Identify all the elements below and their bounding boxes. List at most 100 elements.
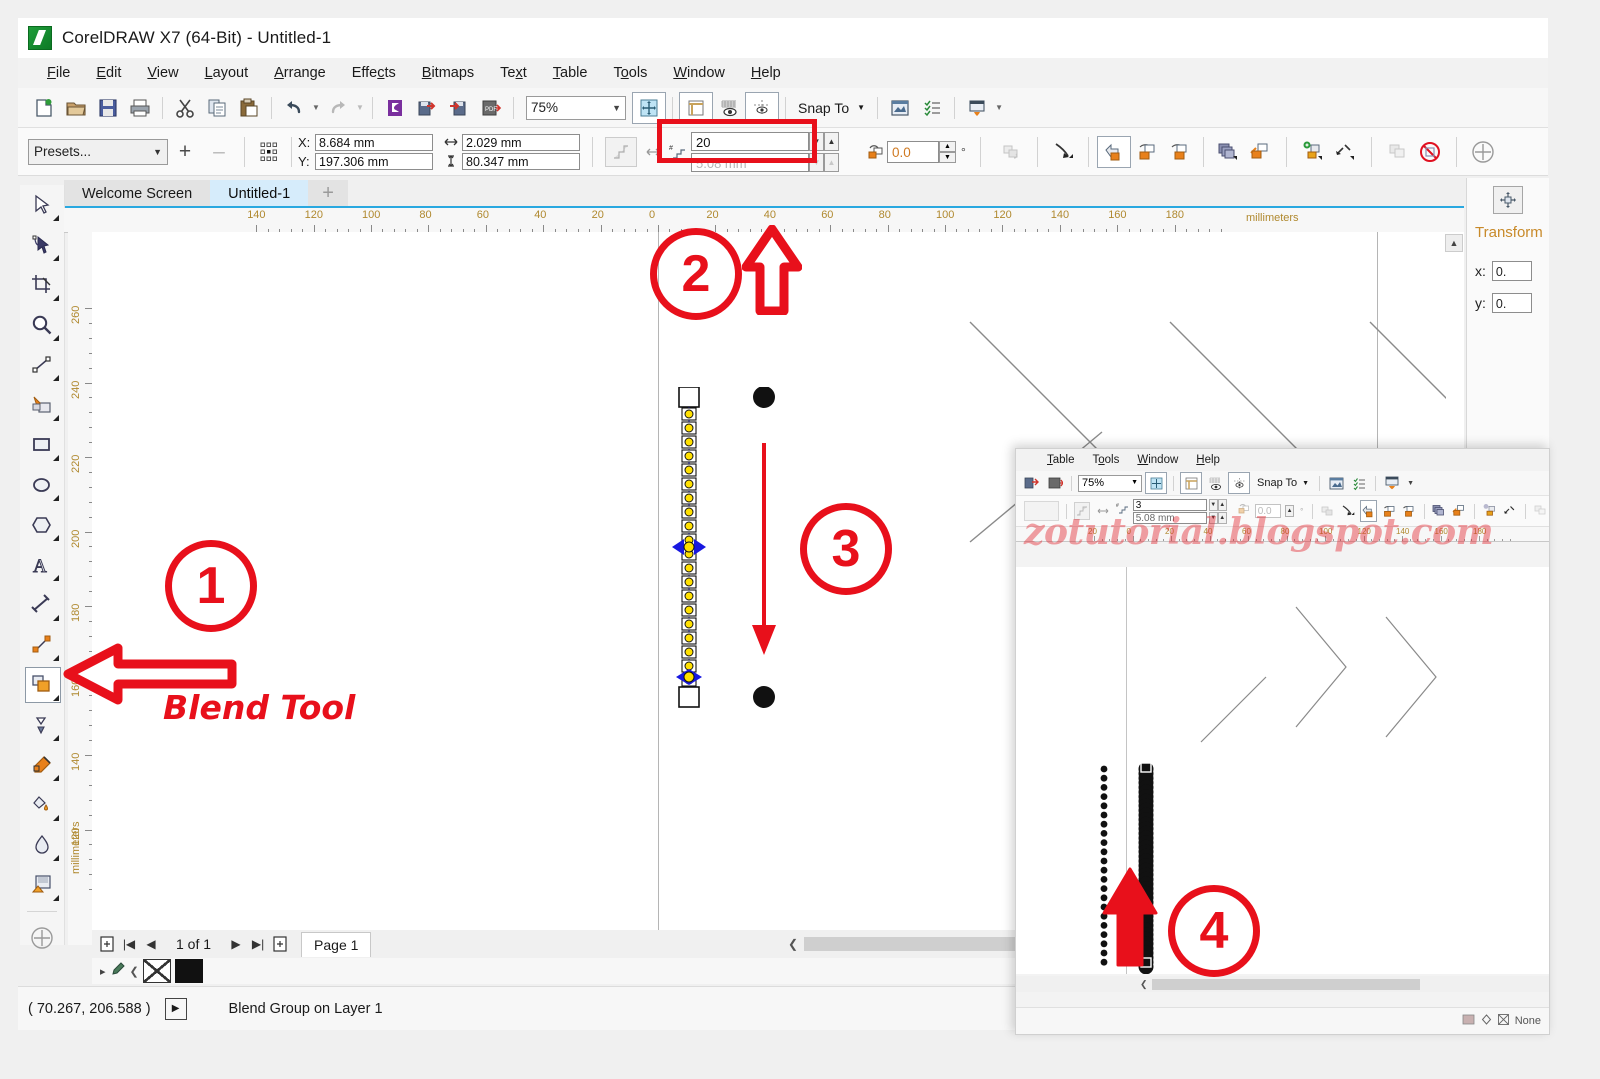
blend-object-group[interactable] [672,387,792,867]
blend-step-node[interactable] [681,477,697,491]
blend-steps-spinner[interactable]: ▼ ▲ [809,131,839,151]
inset-menu-table[interactable]: Table [1038,452,1084,468]
inset-zoom-combobox[interactable]: 75% ▼ [1078,474,1142,492]
chevron-down-icon[interactable]: ▼ [1302,480,1309,487]
flyout-arrow-icon[interactable] [53,495,59,501]
menu-layout[interactable]: Layout [192,62,262,84]
blend-step-node[interactable] [681,547,697,561]
inset-view-icon[interactable] [1205,473,1225,493]
blend-step-marker[interactable] [684,423,694,433]
inset-menu-window[interactable]: Window [1128,452,1187,468]
flyout-arrow-icon[interactable] [53,375,59,381]
page-border-icon[interactable] [679,91,713,124]
clear-blend-icon[interactable] [1329,137,1361,167]
eyedropper-icon[interactable] [110,961,126,982]
last-page-icon[interactable]: ▶| [249,935,267,953]
flyout-arrow-icon[interactable] [53,455,59,461]
blend-step-marker[interactable] [684,619,694,629]
paste-icon[interactable] [233,93,265,123]
blend-step-marker[interactable] [684,647,694,657]
blend-step-marker[interactable] [684,661,694,671]
chevron-down-icon[interactable]: ▼ [1131,475,1138,491]
end-object-icon[interactable] [1163,137,1195,167]
spinner-up-icon[interactable]: ▲ [1217,498,1227,511]
blend-step-node[interactable] [681,407,697,421]
menu-window[interactable]: Window [660,62,738,84]
blend-step-node[interactable] [681,435,697,449]
menu-table[interactable]: Table [540,62,601,84]
copy-icon[interactable] [201,93,233,123]
menu-tools[interactable]: Tools [600,62,660,84]
view-icon[interactable] [713,93,745,123]
flyout-arrow-icon[interactable] [53,735,59,741]
flyout-arrow-icon[interactable] [53,655,59,661]
page-tab-1[interactable]: Page 1 [301,931,372,957]
text-tool[interactable]: A [20,545,64,585]
blend-step-marker[interactable] [684,549,694,559]
flyout-arrow-icon[interactable] [53,215,59,221]
blend-step-marker[interactable] [684,493,694,503]
blend-step-node[interactable] [681,575,697,589]
blend-rotation-spinner[interactable]: ▲ ▼ [939,140,956,163]
flyout-arrow-icon[interactable] [53,335,59,341]
blend-step-node[interactable] [681,421,697,435]
path-properties-icon[interactable] [1096,135,1131,168]
publish-pdf-icon[interactable]: PDF [475,93,507,123]
inset-snap-guides-icon[interactable] [1228,472,1250,494]
blend-step-node[interactable] [681,645,697,659]
redo-icon[interactable] [322,93,354,123]
menu-effects[interactable]: Effects [339,62,409,84]
blend-spacing-spinner[interactable]: ▼ ▲ [809,152,839,172]
blend-step-marker[interactable] [684,521,694,531]
object-y-field[interactable]: 197.306 mm [315,152,433,170]
export-icon[interactable] [443,93,475,123]
spinner-down-icon[interactable]: ▼ [809,131,824,151]
object-origin-icon[interactable] [253,137,285,167]
undo-icon[interactable] [278,93,310,123]
rectangle-tool[interactable] [20,425,64,465]
blend-step-marker[interactable] [684,605,694,615]
docker-y-field[interactable]: 0. [1491,293,1532,313]
inset-coreldraw-window[interactable]: Table Tools Window Help 75% ▼ Snap To ▼ … [1015,448,1550,1035]
launch-dropdown-icon[interactable]: ▼ [993,94,1005,122]
quick-customize-tool[interactable] [20,918,64,958]
expand-icon[interactable]: ▸ [100,965,106,978]
inset-steps-spinner[interactable]: ▼ ▲ [1208,498,1227,511]
add-preset-button[interactable]: + [168,140,202,164]
chevron-down-icon[interactable]: ▼ [857,103,865,112]
dimension-tool[interactable] [20,585,64,625]
start-object-icon[interactable] [1131,137,1163,167]
add-tab-button[interactable]: + [308,180,348,207]
blend-tool[interactable] [20,665,64,705]
menu-help[interactable]: Help [738,62,794,84]
split-blend-icon[interactable] [1414,137,1446,167]
scroll-left-icon[interactable]: ❮ [1136,979,1152,990]
docker-x-field[interactable]: 0. [1491,261,1532,281]
spinner-up-icon[interactable]: ▲ [824,152,839,172]
crop-tool[interactable] [20,265,64,305]
blend-step-marker[interactable] [684,451,694,461]
chevron-down-icon[interactable]: ▼ [1405,480,1416,487]
blend-step-marker[interactable] [684,479,694,489]
transparency-tool[interactable] [20,865,64,905]
blend-step-node[interactable] [681,561,697,575]
tab-untitled-1[interactable]: Untitled-1 [210,180,309,207]
connector-tool[interactable] [20,625,64,665]
menu-edit[interactable]: Edit [83,62,134,84]
polygon-tool[interactable] [20,505,64,545]
spinner-up-icon[interactable]: ▲ [939,140,956,152]
flyout-arrow-icon[interactable] [53,255,59,261]
zoom-level-combobox[interactable]: 75% ▼ [526,95,626,120]
black-outline-swatch[interactable] [174,959,203,983]
color-eyedropper-tool[interactable] [20,705,64,745]
inset-blend-steps-field[interactable]: 3 [1132,498,1207,511]
blend-step-marker[interactable] [684,507,694,517]
corel-connect-icon[interactable] [379,93,411,123]
blend-steps-field[interactable]: 20 [691,131,809,151]
chevron-down-icon[interactable]: ▼ [612,103,621,113]
inset-horizontal-scrollbar[interactable]: ❮ [1016,976,1549,992]
flyout-arrow-icon[interactable] [53,615,59,621]
spinner-down-icon[interactable]: ▼ [939,151,956,163]
smart-fill-tool[interactable] [20,385,64,425]
scroll-up-button[interactable]: ▲ [1445,234,1463,252]
